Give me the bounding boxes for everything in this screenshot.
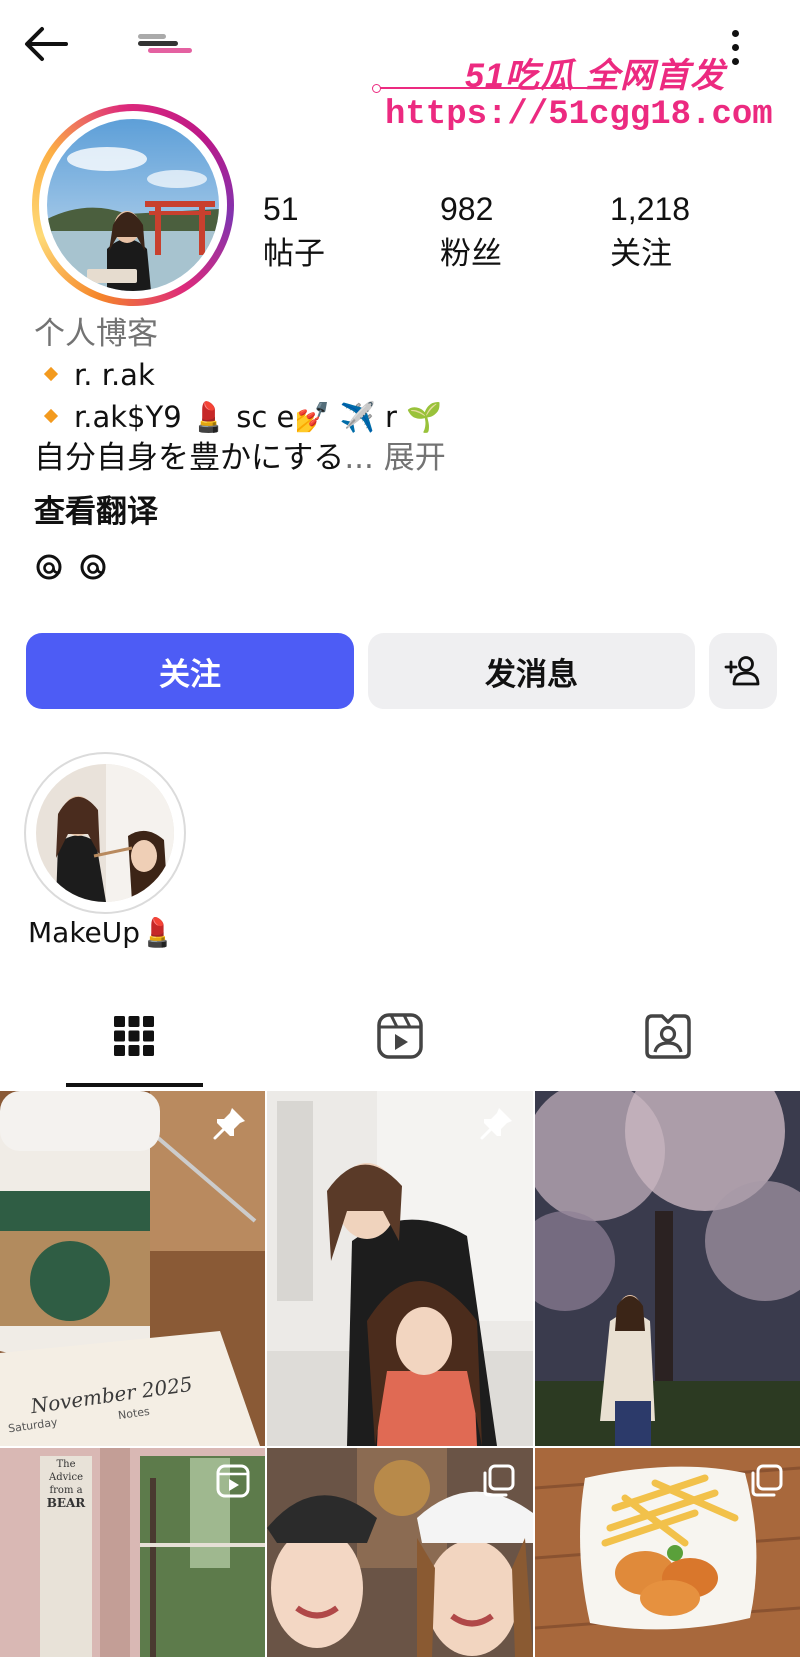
bio-expand-link[interactable]: ... 展开 (344, 440, 445, 476)
add-person-icon (724, 656, 760, 686)
grid-icon (114, 1016, 154, 1056)
threads-icon (78, 552, 108, 582)
stat-posts[interactable]: 51 帖子 (263, 190, 325, 276)
tab-tagged[interactable] (638, 1006, 698, 1066)
carousel-icon (749, 1464, 783, 1502)
post-image (535, 1091, 800, 1446)
bio-line: r. r.ak (43, 358, 155, 392)
profile-avatar[interactable] (32, 104, 234, 306)
follow-button[interactable]: 关注 (26, 633, 354, 709)
message-button[interactable]: 发消息 (368, 633, 695, 709)
stat-followers[interactable]: 982 粉丝 (440, 190, 502, 276)
bio-text: 自分自身を豊かにする... 展开 (34, 440, 446, 476)
stat-followers-value: 982 (440, 191, 494, 227)
stat-followers-label: 粉丝 (440, 236, 502, 272)
back-button[interactable] (22, 22, 74, 66)
username-redacted (138, 30, 208, 58)
pin-icon (212, 1105, 248, 1145)
story-highlight[interactable] (24, 752, 186, 914)
threads-link[interactable] (34, 552, 108, 582)
avatar-photo (47, 119, 219, 291)
highlight-cover (36, 764, 174, 902)
diamond-bullet-icon (43, 408, 59, 424)
reel-icon (216, 1464, 250, 1502)
tagged-user-icon (645, 1014, 691, 1059)
more-vertical-icon (731, 29, 739, 37)
post-tile[interactable] (267, 1448, 533, 1657)
tab-reels[interactable] (370, 1006, 430, 1066)
active-tab-indicator (66, 1083, 203, 1087)
bio-line: r.ak$Y9 💄 sc e💅 ✈️ r 🌱 (43, 400, 442, 435)
post-tile[interactable]: November 2025 Saturday Notes (0, 1091, 265, 1446)
diamond-bullet-icon (43, 366, 59, 382)
post-tile[interactable] (267, 1091, 533, 1446)
arrow-left-icon (25, 27, 68, 61)
suggest-people-button[interactable] (709, 633, 777, 709)
watermark-url: https://51cgg18.com (385, 96, 773, 134)
watermark-divider (372, 84, 610, 93)
highlight-label: MakeUp💄 (28, 916, 175, 949)
pin-icon (479, 1105, 515, 1145)
carousel-icon (481, 1464, 515, 1502)
poster-text: The Advice from a BEAR (46, 1459, 86, 1510)
profile-category: 个人博客 (34, 316, 158, 352)
see-translation-link[interactable]: 查看翻译 (34, 486, 158, 531)
stat-posts-value: 51 (263, 191, 299, 227)
reels-icon (377, 1013, 423, 1059)
tab-posts-grid[interactable] (104, 1006, 164, 1066)
stat-posts-label: 帖子 (263, 236, 325, 272)
threads-icon (34, 552, 64, 582)
stat-following-value: 1,218 (610, 191, 691, 227)
post-tile[interactable] (535, 1448, 800, 1657)
stat-following[interactable]: 1,218 关注 (610, 190, 690, 276)
post-tile[interactable]: The Advice from a BEAR (0, 1448, 265, 1657)
post-tile[interactable] (535, 1091, 800, 1446)
watermark-title: 51吃瓜 全网首发 (465, 57, 726, 95)
stat-following-label: 关注 (610, 236, 672, 272)
